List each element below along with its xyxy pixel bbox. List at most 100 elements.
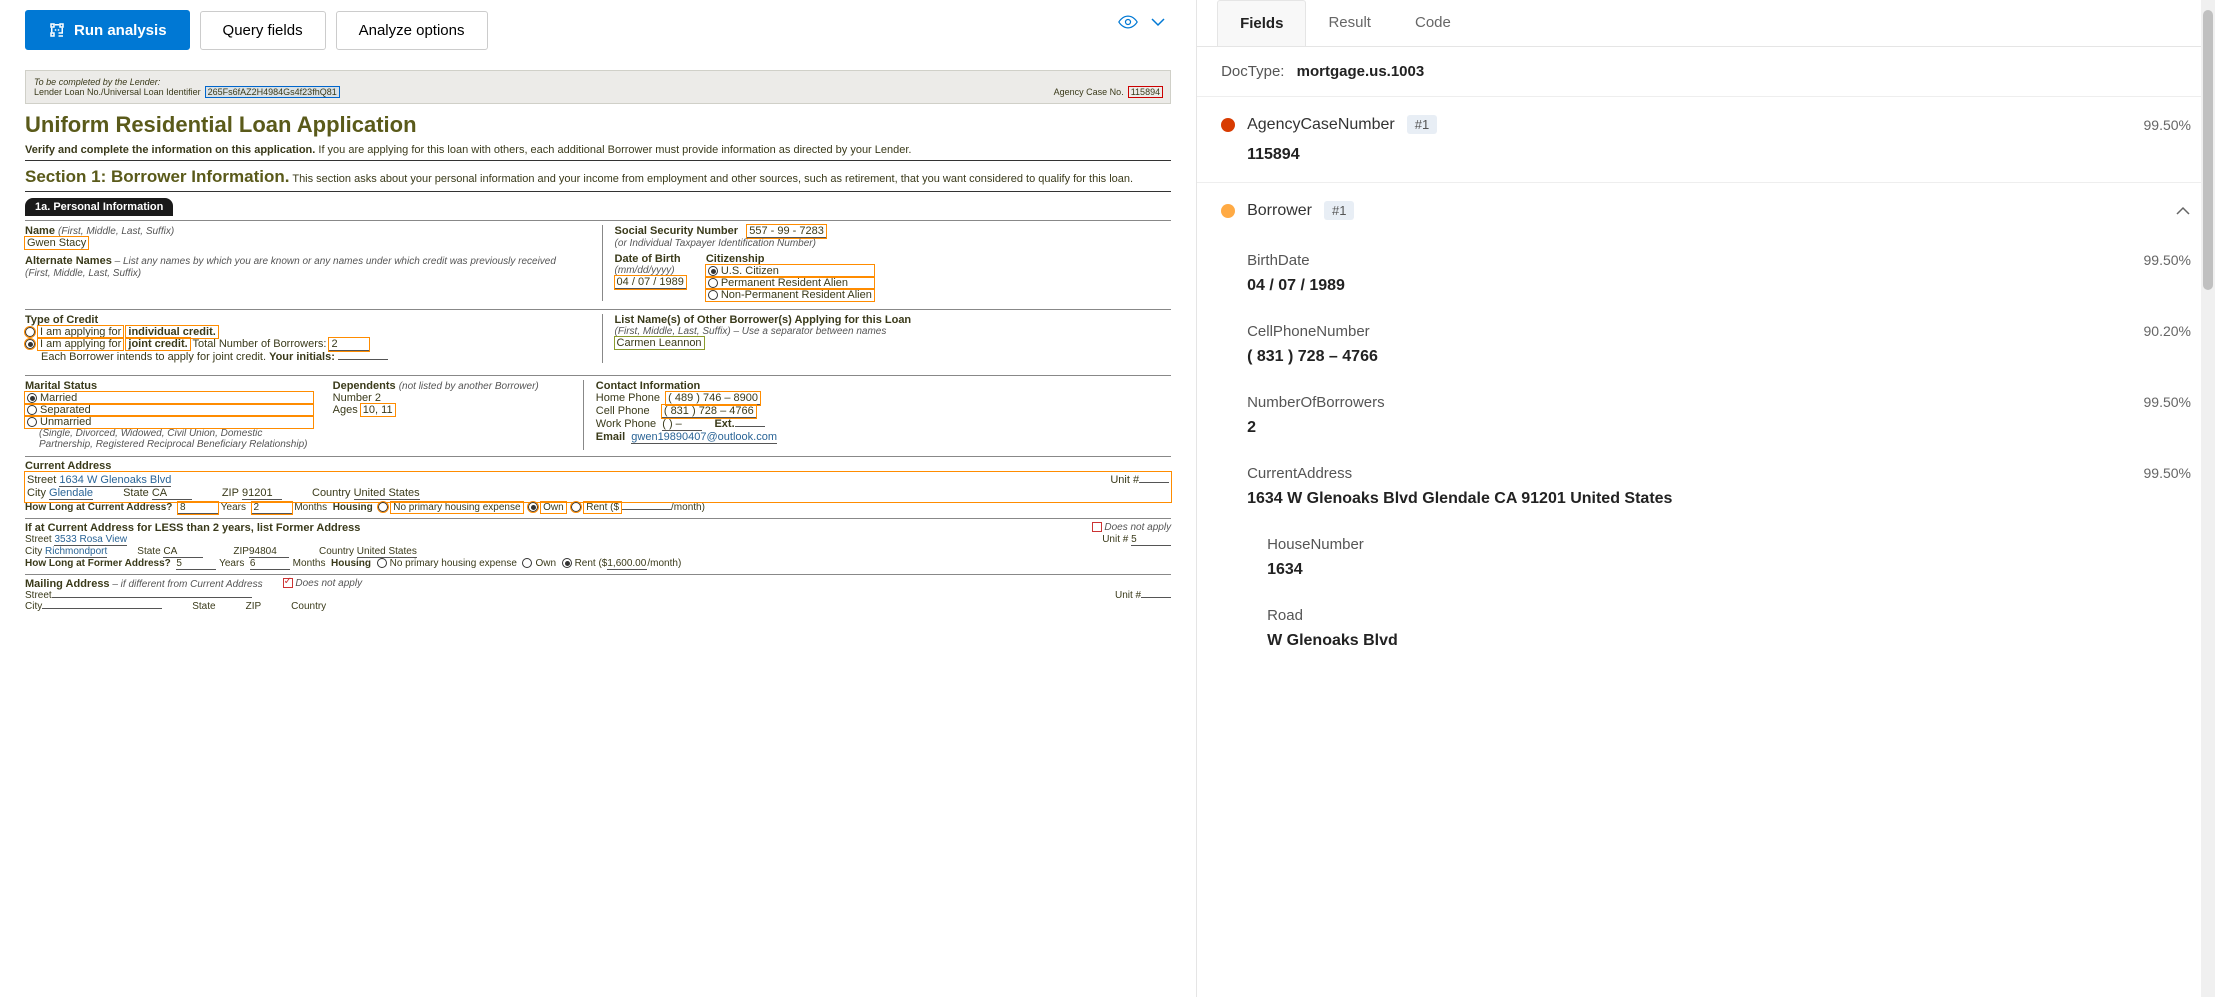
toc-indiv2: individual credit.: [126, 326, 217, 338]
agency-value: 115894: [1129, 87, 1162, 97]
tab-result[interactable]: Result: [1306, 0, 1393, 46]
f-years-label: Years: [219, 558, 244, 569]
dob-label: Date of Birth: [615, 253, 686, 265]
marital-note: (Single, Divorced, Widowed, Civil Union,…: [39, 428, 313, 450]
subfield-value: 1634: [1267, 561, 2191, 579]
f-country-val: United States: [357, 546, 417, 558]
name-note: (First, Middle, Last, Suffix): [58, 226, 174, 237]
radio-separated: [27, 405, 37, 415]
state-val: CA: [152, 487, 192, 500]
zip-val: 91201: [242, 487, 282, 500]
tab-fields[interactable]: Fields: [1217, 0, 1306, 46]
toc-joint: I am applying for: [38, 338, 123, 350]
query-fields-button[interactable]: Query fields: [200, 11, 326, 50]
subfield-confidence: 99.50%: [2144, 394, 2191, 411]
subfield-name: BirthDate: [1247, 252, 1310, 269]
state-label: State: [123, 487, 149, 499]
f-months-val: 6: [250, 558, 290, 570]
subfield-numberofborrowers[interactable]: NumberOfBorrowers 99.50% 2: [1197, 380, 2215, 451]
f-housing-month: /month): [647, 558, 681, 569]
f-street-val: 3533 Rosa View: [54, 534, 127, 546]
f-radio-no-housing: [377, 558, 387, 568]
f-street-label: Street: [25, 534, 52, 545]
subfield-value: ( 831 ) 728 – 4766: [1247, 348, 2191, 366]
fields-list[interactable]: AgencyCaseNumber #1 99.50% 115894 Borrow…: [1197, 96, 2215, 997]
toc-indiv: I am applying for: [38, 326, 123, 338]
ext-val: [735, 426, 765, 427]
analyze-options-button[interactable]: Analyze options: [336, 11, 488, 50]
loan-no-value: 265Fs6fAZ2H4984Gs4f23fhQ81: [206, 87, 339, 97]
work-phone-val: ( ) –: [662, 418, 702, 431]
rent-amt: [621, 509, 671, 510]
f-zip-label: ZIP: [233, 546, 249, 557]
chevron-up-icon[interactable]: [2175, 203, 2191, 219]
scrollbar-thumb[interactable]: [2203, 10, 2213, 290]
subfield-housenumber[interactable]: HouseNumber 1634: [1197, 522, 2215, 593]
marital-separated: Separated: [40, 404, 91, 416]
toc-total-val: 2: [329, 338, 369, 351]
m-country-label: Country: [291, 601, 326, 612]
subfield-cellphone[interactable]: CellPhoneNumber 90.20% ( 831 ) 728 – 476…: [1197, 309, 2215, 380]
howlong-label: How Long at Current Address?: [25, 502, 172, 513]
toc-total-label: Total Number of Borrowers:: [190, 338, 327, 350]
subfield-confidence: 99.50%: [2144, 465, 2191, 482]
field-name: AgencyCaseNumber: [1247, 116, 1395, 134]
chevron-down-icon[interactable]: [1150, 17, 1166, 27]
mailing-label: Mailing Address: [25, 578, 110, 590]
dep-note: (not listed by another Borrower): [399, 381, 539, 392]
subfield-name: CurrentAddress: [1247, 465, 1352, 482]
f-state-val: CA: [163, 546, 203, 558]
marital-unmarried: Unmarried: [40, 416, 91, 428]
radio-unmarried: [27, 417, 37, 427]
f-housing-label: Housing: [331, 558, 371, 569]
borrower-name: Gwen Stacy: [25, 237, 88, 249]
radio-us-citizen: [708, 266, 718, 276]
radio-no-housing: [378, 502, 388, 512]
doctype-row: DocType: mortgage.us.1003: [1197, 47, 2215, 96]
tab-1a: 1a. Personal Information: [25, 198, 173, 216]
cit-perm: Permanent Resident Alien: [721, 277, 848, 289]
f-housing-own: Own: [535, 558, 556, 569]
field-tag: #1: [1407, 115, 1437, 134]
home-phone-label: Home Phone: [596, 392, 660, 404]
document-preview-panel: Run analysis Query fields Analyze option…: [0, 0, 1196, 997]
scrollbar[interactable]: [2201, 0, 2215, 997]
f-radio-rent: [562, 558, 572, 568]
former-label: If at Current Address for LESS than 2 ye…: [25, 522, 360, 534]
dep-ages-val: 10, 11: [361, 404, 395, 416]
subfield-currentaddress[interactable]: CurrentAddress 99.50% 1634 W Glenoaks Bl…: [1197, 451, 2215, 522]
toc-label: Type of Credit: [25, 314, 582, 326]
contact-label: Contact Information: [596, 380, 1171, 392]
radio-married: [27, 393, 37, 403]
mailing-note: – if different from Current Address: [110, 579, 263, 590]
subfield-value: 2: [1247, 419, 2191, 437]
eye-icon[interactable]: [1118, 15, 1138, 29]
section-1-desc: This section asks about your personal in…: [292, 173, 1133, 185]
field-confidence: 99.50%: [2144, 117, 2191, 133]
subfield-road[interactable]: Road W Glenoaks Blvd: [1197, 593, 2215, 664]
m-state-label: State: [192, 601, 215, 612]
f-housing-none: No primary housing expense: [390, 558, 517, 569]
marital-married: Married: [40, 392, 77, 404]
unit-label: Unit #: [1110, 474, 1139, 486]
housing-own: Own: [541, 502, 566, 513]
doctype-value: mortgage.us.1003: [1297, 63, 1425, 80]
years-label: Years: [221, 502, 246, 513]
field-agency-case-number[interactable]: AgencyCaseNumber #1 99.50% 115894: [1197, 96, 2215, 182]
subfield-birthdate[interactable]: BirthDate 99.50% 04 / 07 / 1989: [1197, 238, 2215, 309]
field-tag: #1: [1324, 201, 1354, 220]
f-housing-rent: Rent ($: [575, 558, 608, 569]
work-phone-label: Work Phone: [596, 418, 656, 430]
unit-val: [1139, 482, 1169, 483]
m-street-label: Street: [25, 590, 52, 601]
tab-code[interactable]: Code: [1393, 0, 1473, 46]
cell-phone-val: ( 831 ) 728 – 4766: [662, 405, 756, 418]
lender-note: To be completed by the Lender:: [34, 77, 1162, 87]
field-borrower[interactable]: Borrower #1: [1197, 182, 2215, 238]
ssn-note: (or Individual Taxpayer Identification N…: [615, 238, 1172, 249]
cit-nonperm: Non-Permanent Resident Alien: [721, 289, 872, 301]
doctype-label: DocType:: [1221, 63, 1284, 80]
home-phone-val: ( 489 ) 746 – 8900: [666, 392, 760, 405]
current-address-label: Current Address: [25, 456, 1171, 472]
run-analysis-button[interactable]: Run analysis: [25, 10, 190, 50]
